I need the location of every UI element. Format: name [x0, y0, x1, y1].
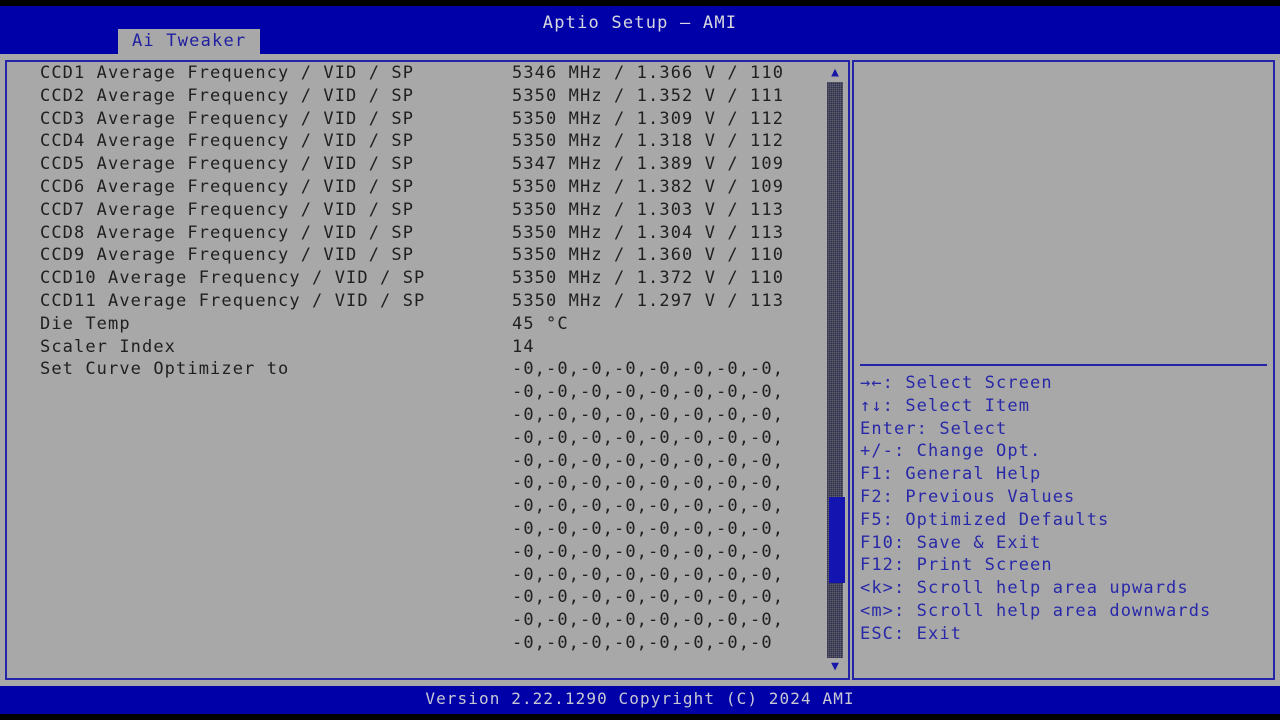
setting-row[interactable]: -0,-0,-0,-0,-0,-0,-0,-0, — [7, 450, 827, 473]
tab-ai-tweaker[interactable]: Ai Tweaker — [118, 29, 261, 54]
setting-row[interactable]: -0,-0,-0,-0,-0,-0,-0,-0, — [7, 495, 827, 518]
setting-row[interactable]: -0,-0,-0,-0,-0,-0,-0,-0, — [7, 518, 827, 541]
setting-row[interactable]: CCD4 Average Frequency / VID / SP 5350 MH… — [7, 130, 827, 153]
help-key-list: →←: Select Screen ↑↓: Select Item Enter: S… — [860, 372, 1270, 646]
setting-label: Die Temp — [40, 313, 131, 334]
help-key-item: F10: Save & Exit — [860, 532, 1042, 553]
setting-row[interactable]: CCD8 Average Frequency / VID / SP 5350 MH… — [7, 222, 827, 245]
setting-value: 5350 MHz / 1.360 V / 110 — [512, 245, 785, 266]
scrollbar-thumb[interactable] — [829, 496, 845, 584]
setting-row[interactable]: CCD3 Average Frequency / VID / SP 5350 MH… — [7, 108, 827, 131]
setting-value: -0,-0,-0,-0,-0,-0,-0,-0, — [512, 450, 785, 471]
setting-row[interactable]: Set Curve Optimizer to -0,-0,-0,-0,-0,-0,… — [7, 358, 827, 381]
settings-scrollbar[interactable]: ▲ ▼ — [825, 64, 845, 676]
setting-label: CCD1 Average Frequency / VID / SP — [40, 63, 415, 83]
setting-value: 5350 MHz / 1.352 V / 111 — [512, 85, 785, 106]
setting-label: CCD3 Average Frequency / VID / SP — [40, 108, 415, 129]
setting-value: 5350 MHz / 1.318 V / 112 — [512, 131, 785, 152]
setting-row[interactable]: -0,-0,-0,-0,-0,-0,-0,-0 — [7, 632, 827, 655]
setting-value: 45 °C — [512, 313, 569, 334]
setting-row[interactable]: CCD5 Average Frequency / VID / SP 5347 MH… — [7, 153, 827, 176]
setting-row[interactable]: CCD7 Average Frequency / VID / SP 5350 MH… — [7, 199, 827, 222]
setting-row[interactable]: -0,-0,-0,-0,-0,-0,-0,-0, — [7, 564, 827, 587]
setting-label: CCD10 Average Frequency / VID / SP — [40, 268, 426, 289]
setting-value: 5350 MHz / 1.382 V / 109 — [512, 176, 785, 197]
version-text: Version 2.22.1290 Copyright (C) 2024 AMI — [425, 689, 855, 708]
help-key-item: F2: Previous Values — [860, 486, 1076, 507]
setting-label: CCD5 Average Frequency / VID / SP — [40, 154, 415, 175]
help-key-item: <m>: Scroll help area downwards — [860, 600, 1212, 621]
setting-value: 5350 MHz / 1.304 V / 113 — [512, 222, 785, 243]
settings-list: CCD1 Average Frequency / VID / SP 5346 MH… — [7, 62, 827, 678]
setting-value: -0,-0,-0,-0,-0,-0,-0,-0, — [512, 404, 785, 425]
setting-row[interactable]: -0,-0,-0,-0,-0,-0,-0,-0, — [7, 381, 827, 404]
help-key-item: <k>: Scroll help area upwards — [860, 578, 1189, 599]
setting-row[interactable]: -0,-0,-0,-0,-0,-0,-0,-0, — [7, 586, 827, 609]
setting-value: -0,-0,-0,-0,-0,-0,-0,-0, — [512, 610, 785, 631]
bios-setup-screen: Aptio Setup – AMI Ai Tweaker CCD1 Averag… — [0, 0, 1280, 720]
setting-row[interactable]: -0,-0,-0,-0,-0,-0,-0,-0, — [7, 404, 827, 427]
settings-panel: CCD1 Average Frequency / VID / SP 5346 MH… — [5, 60, 850, 680]
setting-row[interactable]: Die Temp 45 °C — [7, 313, 827, 336]
help-panel: →←: Select Screen ↑↓: Select Item Enter: S… — [852, 60, 1275, 680]
help-key-item: +/-: Change Opt. — [860, 441, 1042, 462]
setting-label: CCD9 Average Frequency / VID / SP — [40, 245, 415, 266]
setting-label: CCD11 Average Frequency / VID / SP — [40, 290, 426, 311]
setting-label: CCD8 Average Frequency / VID / SP — [40, 222, 415, 243]
setting-row[interactable]: CCD10 Average Frequency / VID / SP 5350 M… — [7, 267, 827, 290]
help-key-item: Enter: Select — [860, 418, 1008, 439]
setting-value: -0,-0,-0,-0,-0,-0,-0,-0, — [512, 541, 785, 562]
setting-row[interactable]: CCD9 Average Frequency / VID / SP 5350 MH… — [7, 244, 827, 267]
footer-bar: Version 2.22.1290 Copyright (C) 2024 AMI — [0, 686, 1280, 714]
setting-value: -0,-0,-0,-0,-0,-0,-0,-0, — [512, 473, 785, 494]
setting-value: -0,-0,-0,-0,-0,-0,-0,-0, — [512, 382, 785, 403]
help-key-item: F12: Print Screen — [860, 555, 1053, 576]
setting-label: CCD2 Average Frequency / VID / SP — [40, 85, 415, 106]
setting-value: 5347 MHz / 1.389 V / 109 — [512, 154, 785, 175]
help-divider — [860, 364, 1267, 366]
setting-value: 5350 MHz / 1.372 V / 110 — [512, 268, 785, 289]
setting-value: -0,-0,-0,-0,-0,-0,-0,-0 — [512, 632, 773, 653]
setting-value: -0,-0,-0,-0,-0,-0,-0,-0, — [512, 564, 785, 585]
scrollbar-track[interactable] — [827, 82, 845, 658]
setting-row[interactable]: -0,-0,-0,-0,-0,-0,-0,-0, — [7, 427, 827, 450]
setting-label: CCD7 Average Frequency / VID / SP — [40, 199, 415, 220]
setting-value: 5346 MHz / 1.366 V / 110 — [512, 63, 785, 83]
menu-tab-strip: Ai Tweaker — [0, 29, 1280, 54]
setting-row[interactable]: Scaler Index 14 — [7, 336, 827, 359]
main-frame: CCD1 Average Frequency / VID / SP 5346 MH… — [0, 54, 1280, 686]
scroll-down-arrow-icon[interactable]: ▼ — [825, 658, 845, 676]
setting-value: -0,-0,-0,-0,-0,-0,-0,-0, — [512, 359, 785, 380]
setting-row[interactable]: CCD2 Average Frequency / VID / SP 5350 MH… — [7, 85, 827, 108]
setting-value: -0,-0,-0,-0,-0,-0,-0,-0, — [512, 587, 785, 608]
setting-value: 14 — [512, 336, 535, 357]
setting-value: 5350 MHz / 1.309 V / 112 — [512, 108, 785, 129]
setting-row[interactable]: CCD11 Average Frequency / VID / SP 5350 M… — [7, 290, 827, 313]
help-key-item: ESC: Exit — [860, 623, 963, 644]
setting-label: Scaler Index — [40, 336, 177, 357]
help-key-item: ↑↓: Select Item — [860, 395, 1031, 416]
setting-row[interactable]: -0,-0,-0,-0,-0,-0,-0,-0, — [7, 609, 827, 632]
setting-label: Set Curve Optimizer to — [40, 359, 290, 380]
help-key-item: F1: General Help — [860, 464, 1042, 485]
setting-value: 5350 MHz / 1.303 V / 113 — [512, 199, 785, 220]
setting-value: 5350 MHz / 1.297 V / 113 — [512, 290, 785, 311]
setting-label: CCD4 Average Frequency / VID / SP — [40, 131, 415, 152]
setting-row[interactable]: -0,-0,-0,-0,-0,-0,-0,-0, — [7, 472, 827, 495]
setting-row[interactable]: CCD6 Average Frequency / VID / SP 5350 MH… — [7, 176, 827, 199]
setting-label: CCD6 Average Frequency / VID / SP — [40, 176, 415, 197]
setting-value: -0,-0,-0,-0,-0,-0,-0,-0, — [512, 496, 785, 517]
help-key-item: F5: Optimized Defaults — [860, 509, 1110, 530]
setting-value: -0,-0,-0,-0,-0,-0,-0,-0, — [512, 427, 785, 448]
help-key-item: →←: Select Screen — [860, 373, 1053, 393]
setting-row[interactable]: CCD1 Average Frequency / VID / SP 5346 MH… — [7, 62, 827, 85]
setting-value: -0,-0,-0,-0,-0,-0,-0,-0, — [512, 518, 785, 539]
setting-row[interactable]: -0,-0,-0,-0,-0,-0,-0,-0, — [7, 541, 827, 564]
scroll-up-arrow-icon[interactable]: ▲ — [825, 64, 845, 82]
